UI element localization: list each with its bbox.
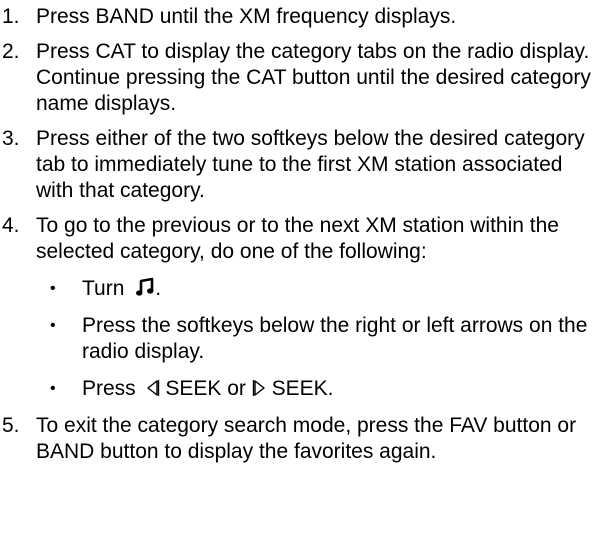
step-5: 5. To exit the category search mode, pre…	[0, 413, 591, 465]
step-text: To go to the previous or to the next XM …	[36, 214, 559, 263]
step-number: 5.	[2, 414, 20, 437]
step-number: 4.	[2, 214, 20, 237]
step-4: 4. To go to the previous or to the next …	[0, 213, 591, 402]
bullet-item-softkeys: • Press the softkeys below the right or …	[36, 313, 591, 365]
bullet-text: Press SEEK or SEEK.	[82, 376, 591, 402]
bullet-symbol: •	[50, 380, 56, 397]
bullet-text: Turn .	[82, 276, 591, 302]
step-1: 1. Press BAND until the XM frequency dis…	[0, 4, 591, 30]
step-text: Press CAT to display the category tabs o…	[36, 40, 591, 115]
bullet-text-before: Press	[82, 377, 136, 400]
bullet-item-seek: • Press SEEK or SEEK.	[36, 376, 591, 402]
step-3: 3. Press either of the two softkeys belo…	[0, 126, 591, 204]
bullet-text-after: .	[155, 277, 162, 300]
step-number: 3.	[2, 127, 20, 150]
instruction-list: 1. Press BAND until the XM frequency dis…	[0, 0, 595, 539]
bullet-item-turn-knob: • Turn .	[36, 276, 591, 302]
seek-back-icon	[146, 379, 160, 397]
step-2: 2. Press CAT to display the category tab…	[0, 39, 591, 117]
step-text: Press BAND until the XM frequency displa…	[36, 5, 457, 28]
bullet-text-before: Turn	[82, 277, 125, 300]
music-note-knob-icon	[135, 277, 155, 297]
seek-forward-icon	[252, 379, 266, 397]
bullet-symbol: •	[50, 317, 56, 334]
sub-option-list: • Turn . • Press the softkeys below the …	[36, 276, 591, 402]
seek-back-label: SEEK or	[165, 377, 246, 400]
bullet-symbol: •	[50, 280, 56, 297]
step-text: Press either of the two softkeys below t…	[36, 127, 585, 202]
step-number: 1.	[2, 5, 20, 28]
step-body: To go to the previous or to the next XM …	[36, 213, 591, 402]
seek-forward-label: SEEK.	[271, 377, 334, 400]
bullet-text: Press the softkeys below the right or le…	[82, 314, 588, 363]
step-number: 2.	[2, 40, 20, 63]
step-text: To exit the category search mode, press …	[36, 414, 577, 463]
